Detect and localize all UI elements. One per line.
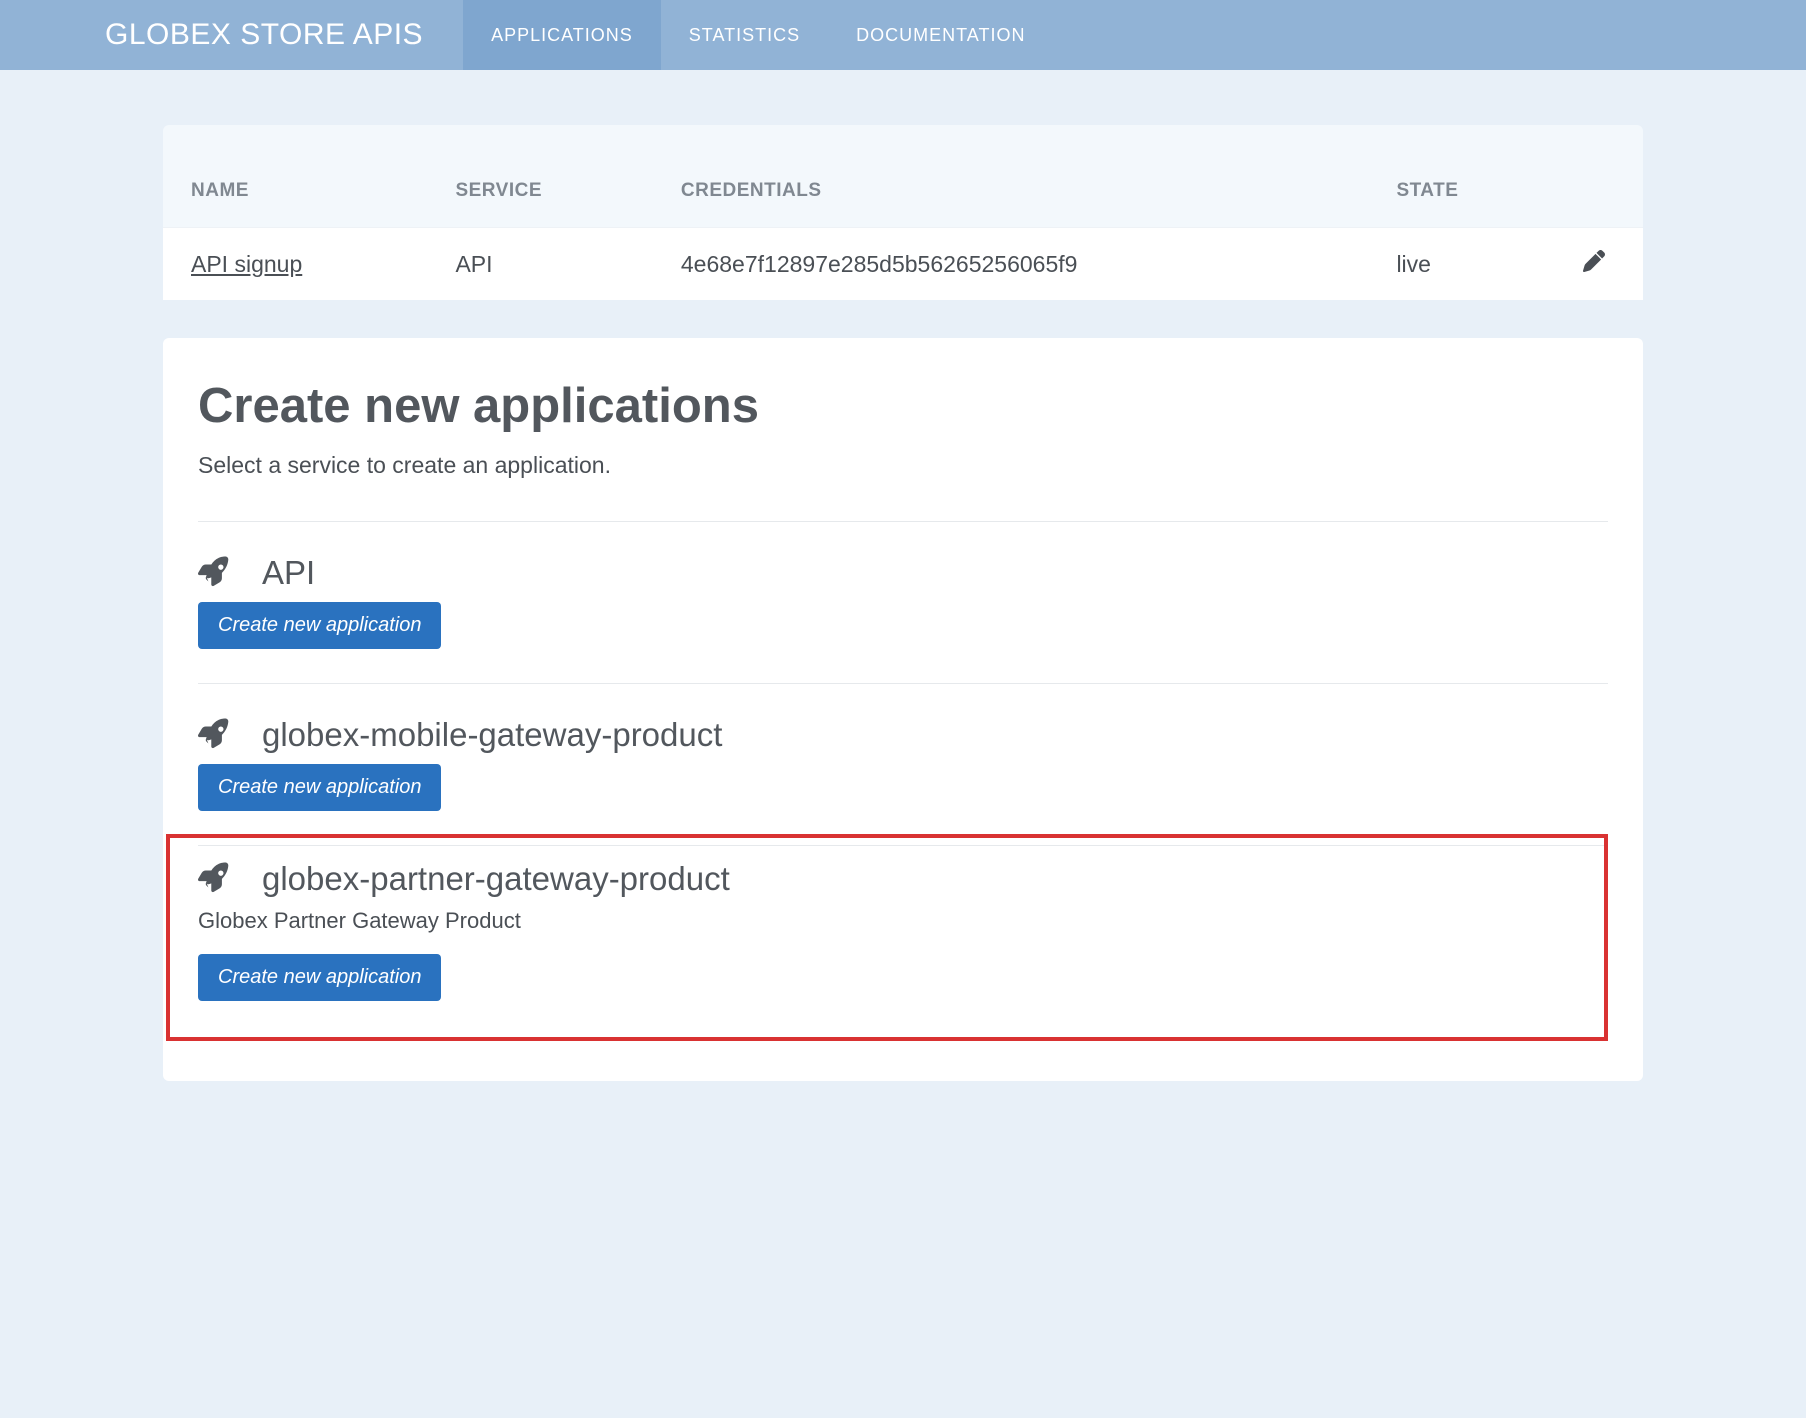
- edit-icon[interactable]: [1583, 250, 1605, 272]
- nav-tab-documentation[interactable]: DOCUMENTATION: [828, 0, 1053, 70]
- th-service: SERVICE: [427, 125, 652, 228]
- page-title: Create new applications: [198, 378, 1608, 434]
- service-block-mobile: globex-mobile-gateway-product Create new…: [198, 683, 1608, 845]
- top-nav: GLOBEX STORE APIS APPLICATIONS STATISTIC…: [0, 0, 1806, 70]
- create-app-button[interactable]: Create new application: [198, 954, 441, 1001]
- rocket-icon: [198, 862, 232, 896]
- app-name-link[interactable]: API signup: [191, 251, 302, 277]
- rocket-icon: [198, 718, 232, 752]
- cell-credentials: 4e68e7f12897e285d5b56265256065f9: [653, 228, 1369, 301]
- nav-tab-statistics[interactable]: STATISTICS: [661, 0, 828, 70]
- service-name: globex-mobile-gateway-product: [262, 716, 722, 754]
- table-row: API signup API 4e68e7f12897e285d5b562652…: [163, 228, 1643, 301]
- service-block-partner-wrapper: globex-partner-gateway-product Globex Pa…: [198, 845, 1608, 1041]
- nav-tab-applications[interactable]: APPLICATIONS: [463, 0, 661, 70]
- create-app-button[interactable]: Create new application: [198, 602, 441, 649]
- service-name: globex-partner-gateway-product: [262, 860, 730, 898]
- create-applications-card: Create new applications Select a service…: [163, 338, 1643, 1081]
- th-state: STATE: [1368, 125, 1555, 228]
- th-credentials: CREDENTIALS: [653, 125, 1369, 228]
- service-block-api: API Create new application: [198, 521, 1608, 683]
- service-description: Globex Partner Gateway Product: [198, 908, 1076, 934]
- brand-title: GLOBEX STORE APIS: [105, 18, 423, 52]
- highlight-box: globex-partner-gateway-product Globex Pa…: [166, 834, 1608, 1041]
- service-name: API: [262, 554, 315, 592]
- cell-service: API: [427, 228, 652, 301]
- cell-state: live: [1368, 228, 1555, 301]
- rocket-icon: [198, 556, 232, 590]
- applications-table: NAME SERVICE CREDENTIALS STATE API signu…: [163, 125, 1643, 300]
- create-app-button[interactable]: Create new application: [198, 764, 441, 811]
- applications-table-card: NAME SERVICE CREDENTIALS STATE API signu…: [163, 125, 1643, 300]
- th-name: NAME: [163, 125, 427, 228]
- nav-tabs: APPLICATIONS STATISTICS DOCUMENTATION: [463, 0, 1053, 70]
- page-subtitle: Select a service to create an applicatio…: [198, 452, 1608, 479]
